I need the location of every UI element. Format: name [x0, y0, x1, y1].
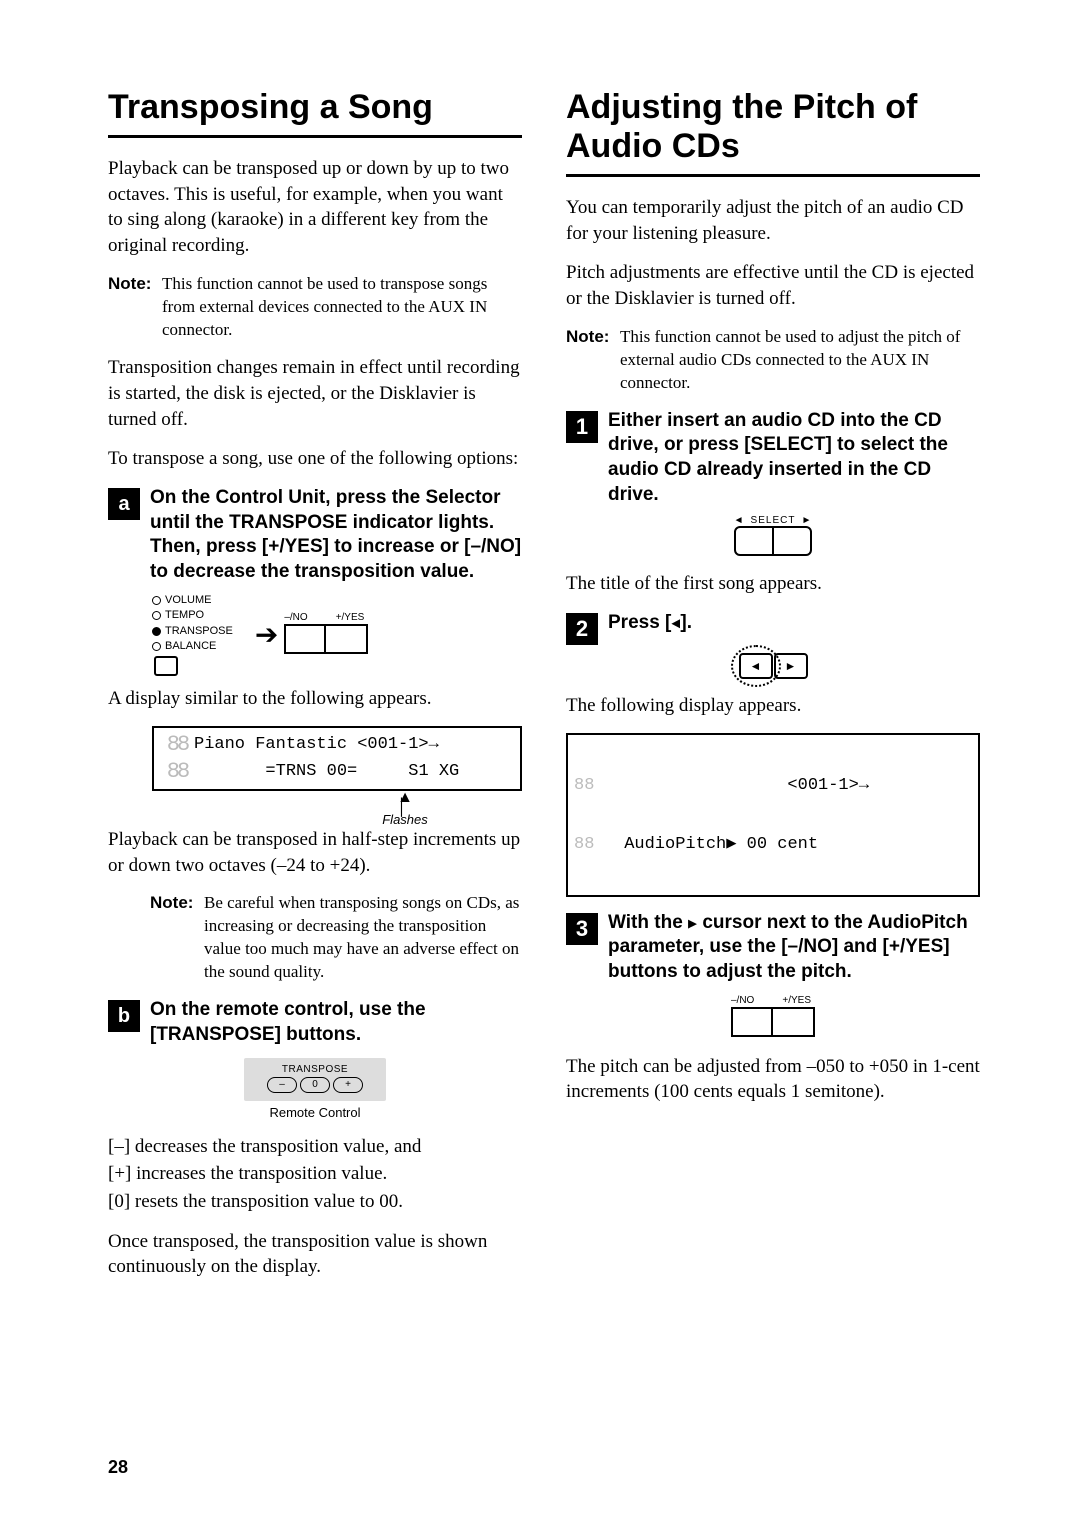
- no-label: –/NO: [731, 995, 754, 1006]
- flashes-callout: ▲│ Flashes: [288, 793, 522, 827]
- step-1-badge: 1: [566, 411, 598, 443]
- step-2-head-pre: Press [: [608, 612, 671, 633]
- select-left-button[interactable]: [736, 528, 774, 554]
- lcd-display-audiopitch: 88 <001-1>→ 88 AudioPitch▶ 00 cent: [566, 733, 980, 897]
- select-right-button[interactable]: [774, 528, 810, 554]
- led-volume-label: VOLUME: [165, 593, 211, 608]
- led-balance-icon: [152, 642, 161, 651]
- lcd2-line2: AudioPitch▶ 00 cent: [614, 835, 818, 854]
- right-note-1: Note: This function cannot be used to ad…: [566, 326, 980, 395]
- lcd-line1: Piano Fantastic <001-1>→: [194, 735, 439, 754]
- step-2-after: The following display appears.: [566, 693, 980, 719]
- step-a-head: On the Control Unit, press the Selector …: [150, 486, 522, 585]
- control-unit-diagram: VOLUME TEMPO TRANSPOSE BALANCE ➔ –/NO +/…: [152, 593, 522, 677]
- note-label: Note:: [150, 892, 204, 984]
- remote-transpose-label: TRANSPOSE: [252, 1064, 378, 1075]
- step-3-after: The pitch can be adjusted from –050 to +…: [566, 1054, 980, 1105]
- flashes-label: Flashes: [382, 812, 428, 827]
- led-tempo-label: TEMPO: [165, 608, 204, 623]
- dotted-highlight-icon: [731, 645, 781, 687]
- led-balance-label: BALANCE: [165, 639, 216, 654]
- note-text: This function cannot be used to transpos…: [162, 273, 522, 342]
- arrow-up-icon: ▲│: [397, 793, 413, 812]
- yes-label: +/YES: [336, 612, 365, 623]
- selector-led-list: VOLUME TEMPO TRANSPOSE BALANCE: [152, 593, 233, 677]
- step-1-after: The title of the first song appears.: [566, 571, 980, 597]
- step-3: 3 With the ▶ cursor next to the AudioPit…: [566, 911, 980, 985]
- select-label: SELECT: [751, 515, 796, 526]
- segment-display-icon: 88: [574, 776, 614, 795]
- arrow-right-icon: ➔: [255, 618, 278, 652]
- yes-label: +/YES: [782, 995, 811, 1006]
- left-column: Transposing a Song Playback can be trans…: [108, 88, 522, 1294]
- led-tempo-icon: [152, 611, 161, 620]
- left-intro: Playback can be transposed up or down by…: [108, 156, 522, 259]
- left-para3: To transpose a song, use one of the foll…: [108, 446, 522, 472]
- divider: [108, 135, 522, 138]
- remote-desc-minus: [–] decreases the transposition value, a…: [108, 1134, 522, 1160]
- step-2-head: Press [◄].: [608, 611, 692, 636]
- yes-button[interactable]: [326, 626, 366, 652]
- step-a-afterlcd: Playback can be transposed in half-step …: [108, 827, 522, 878]
- note-text: This function cannot be used to adjust t…: [620, 326, 980, 395]
- segment-display-icon: 88: [574, 835, 614, 854]
- led-transpose-label: TRANSPOSE: [165, 624, 233, 639]
- step-1: 1 Either insert an audio CD into the CD …: [566, 409, 980, 508]
- no-button[interactable]: [286, 626, 326, 652]
- led-volume-icon: [152, 596, 161, 605]
- right-para2: Pitch adjustments are effective until th…: [566, 260, 980, 311]
- lcd-line2: =TRNS 00= S1 XG: [265, 762, 459, 781]
- step-a-note: Note: Be careful when transposing songs …: [150, 892, 522, 984]
- note-label: Note:: [108, 273, 162, 342]
- step-3-head-pre: With the: [608, 912, 688, 933]
- note-label: Note:: [566, 326, 620, 395]
- remote-minus-button[interactable]: –: [267, 1077, 297, 1093]
- step-3-badge: 3: [566, 913, 598, 945]
- step-b-badge: b: [108, 1000, 140, 1032]
- left-para2: Transposition changes remain in effect u…: [108, 355, 522, 432]
- yes-button[interactable]: [773, 1009, 813, 1035]
- step-a-afterpara: A display similar to the following appea…: [108, 686, 522, 712]
- triangle-left-icon: [734, 515, 751, 526]
- step-2-badge: 2: [566, 613, 598, 645]
- step-b-final: Once transposed, the transposition value…: [108, 1229, 522, 1280]
- divider: [566, 174, 980, 177]
- right-intro: You can temporarily adjust the pitch of …: [566, 195, 980, 246]
- step-b-head: On the remote control, use the [TRANSPOS…: [150, 998, 522, 1047]
- step-2-head-post: ].: [680, 612, 692, 633]
- led-transpose-icon: [152, 627, 161, 636]
- triangle-right-icon: [795, 515, 812, 526]
- remote-caption: Remote Control: [108, 1105, 522, 1120]
- remote-zero-button[interactable]: 0: [300, 1077, 330, 1093]
- no-label: –/NO: [284, 612, 307, 623]
- right-column: Adjusting the Pitch of Audio CDs You can…: [566, 88, 980, 1294]
- remote-desc-plus: [+] increases the transposition value.: [108, 1161, 522, 1187]
- selector-button[interactable]: [154, 656, 178, 676]
- step-b: b On the remote control, use the [TRANSP…: [108, 998, 522, 1047]
- step-2: 2 Press [◄].: [566, 611, 980, 645]
- select-button-diagram: SELECT: [566, 515, 980, 559]
- lcd2-line1: <001-1>→: [614, 776, 869, 795]
- cursor-button-diagram: ◄ ►: [566, 653, 980, 679]
- step-3-head: With the ▶ cursor next to the AudioPitch…: [608, 911, 980, 985]
- remote-plus-button[interactable]: +: [333, 1077, 363, 1093]
- note-text: Be careful when transposing songs on CDs…: [204, 892, 522, 984]
- lcd-display-transpose: 88Piano Fantastic <001-1>→ 88 =TRNS 00= …: [152, 726, 522, 791]
- step-a: a On the Control Unit, press the Selecto…: [108, 486, 522, 585]
- no-button[interactable]: [733, 1009, 773, 1035]
- remote-control-diagram: TRANSPOSE – 0 +: [244, 1058, 386, 1101]
- no-yes-pair: –/NO +/YES: [284, 612, 368, 657]
- segment-display-icon: 88: [160, 731, 194, 759]
- remote-desc-zero: [0] resets the transposition value to 00…: [108, 1189, 522, 1215]
- right-heading: Adjusting the Pitch of Audio CDs: [566, 88, 980, 166]
- cursor-marker-icon: ▶: [688, 916, 697, 933]
- left-note-1: Note: This function cannot be used to tr…: [108, 273, 522, 342]
- page-number: 28: [108, 1457, 128, 1478]
- step-a-badge: a: [108, 488, 140, 520]
- segment-display-icon: 88: [160, 758, 194, 786]
- step-1-head: Either insert an audio CD into the CD dr…: [608, 409, 980, 508]
- left-heading: Transposing a Song: [108, 88, 522, 127]
- no-yes-pair-2: –/NO +/YES: [566, 995, 980, 1040]
